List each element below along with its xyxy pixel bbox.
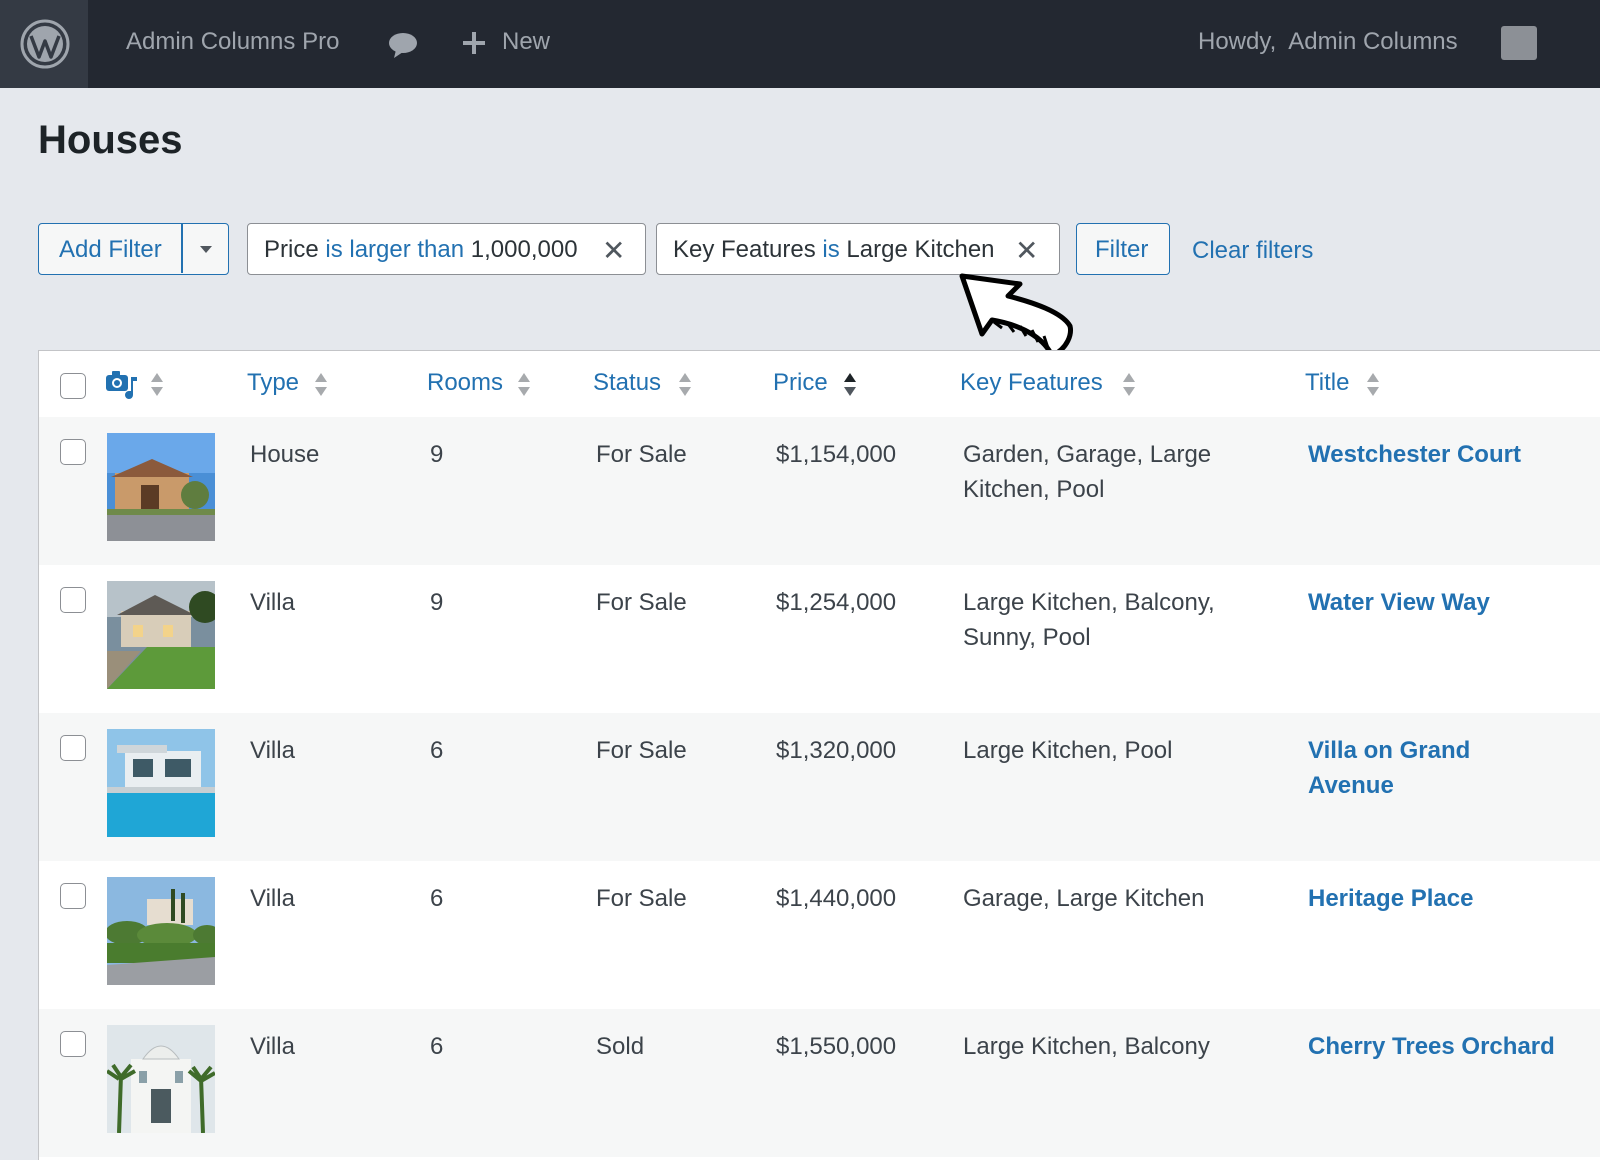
site-name-link[interactable]: Admin Columns Pro bbox=[126, 28, 339, 56]
type-cell: Villa bbox=[250, 589, 295, 616]
add-filter-button[interactable]: Add Filter bbox=[38, 223, 229, 275]
filter-button-label: Filter bbox=[1095, 236, 1149, 263]
sort-icon[interactable] bbox=[679, 373, 691, 399]
sort-icon[interactable] bbox=[151, 373, 163, 399]
status-cell: Sold bbox=[596, 1033, 645, 1060]
row-checkbox[interactable] bbox=[60, 1031, 86, 1057]
sort-icon[interactable] bbox=[1123, 373, 1135, 399]
type-cell: Villa bbox=[250, 1033, 295, 1060]
rooms-cell: 6 bbox=[430, 737, 444, 764]
comment-icon[interactable] bbox=[388, 32, 418, 58]
table-row: Villa 6 For Sale $1,440,000 Garage, Larg… bbox=[39, 861, 1600, 1009]
price-cell: $1,440,000 bbox=[776, 885, 897, 912]
price-cell: $1,320,000 bbox=[776, 737, 897, 764]
title-link[interactable]: Heritage Place bbox=[1308, 881, 1558, 916]
key-features-cell: Garage, Large Kitchen bbox=[963, 885, 1205, 912]
table-row: Villa 9 For Sale $1,254,000 Large Kitche… bbox=[39, 565, 1600, 713]
title-link[interactable]: Cherry Trees Orchard bbox=[1308, 1029, 1558, 1064]
wordpress-logo-button[interactable] bbox=[0, 0, 88, 88]
howdy-user-link[interactable]: Howdy, Admin Columns bbox=[1198, 28, 1458, 56]
rooms-cell: 9 bbox=[430, 441, 444, 468]
table-row: Villa 6 For Sale $1,320,000 Large Kitche… bbox=[39, 713, 1600, 861]
key-features-cell: Large Kitchen, Pool bbox=[963, 737, 1173, 764]
column-header-type[interactable]: Type bbox=[247, 369, 299, 397]
rooms-cell: 9 bbox=[430, 589, 444, 616]
rooms-cell: 6 bbox=[430, 885, 444, 912]
row-checkbox[interactable] bbox=[60, 883, 86, 909]
new-content-link[interactable]: New bbox=[502, 28, 550, 56]
house-thumbnail[interactable] bbox=[107, 433, 215, 541]
price-cell: $1,254,000 bbox=[776, 589, 897, 616]
type-cell: Villa bbox=[250, 885, 295, 912]
table-row: House 9 For Sale $1,154,000 Garden, Gara… bbox=[39, 417, 1600, 565]
key-features-cell: Garden, Garage, Large Kitchen, Pool bbox=[963, 441, 1212, 503]
houses-table: Type Rooms Status Price Key Features Tit… bbox=[38, 350, 1600, 1160]
column-header-price[interactable]: Price bbox=[773, 369, 828, 397]
status-cell: For Sale bbox=[596, 589, 687, 616]
column-header-key-features[interactable]: Key Features bbox=[960, 369, 1103, 397]
row-checkbox[interactable] bbox=[60, 439, 86, 465]
filter-chip-text: Price is larger than 1,000,000 bbox=[264, 236, 578, 263]
media-icon[interactable] bbox=[105, 369, 139, 401]
title-link[interactable]: Water View Way bbox=[1308, 585, 1558, 620]
title-link[interactable]: Westchester Court bbox=[1308, 437, 1558, 472]
admin-bar: Admin Columns Pro New Howdy, Admin Colum… bbox=[0, 0, 1600, 88]
select-all-checkbox[interactable] bbox=[60, 373, 86, 399]
sort-icon[interactable] bbox=[1367, 373, 1379, 399]
sort-ascending-icon[interactable] bbox=[844, 373, 856, 399]
type-cell: House bbox=[250, 441, 320, 468]
row-checkbox[interactable] bbox=[60, 587, 86, 613]
key-features-cell: Large Kitchen, Balcony, Sunny, Pool bbox=[963, 589, 1215, 651]
add-filter-label: Add Filter bbox=[59, 236, 162, 263]
price-cell: $1,550,000 bbox=[776, 1033, 897, 1060]
table-row: Villa 6 Sold $1,550,000 Large Kitchen, B… bbox=[39, 1009, 1600, 1157]
chevron-down-icon[interactable] bbox=[200, 246, 212, 253]
page-title: Houses bbox=[38, 118, 183, 162]
column-header-title[interactable]: Title bbox=[1305, 369, 1349, 397]
table-header: Type Rooms Status Price Key Features Tit… bbox=[39, 351, 1600, 418]
wordpress-logo-icon bbox=[20, 19, 70, 69]
status-cell: For Sale bbox=[596, 441, 687, 468]
avatar[interactable] bbox=[1501, 26, 1537, 60]
column-header-rooms[interactable]: Rooms bbox=[427, 369, 503, 397]
house-thumbnail[interactable] bbox=[107, 877, 215, 985]
divider bbox=[181, 224, 183, 273]
close-icon[interactable]: ✕ bbox=[602, 234, 625, 267]
filter-chip-text: Key Features is Large Kitchen bbox=[673, 236, 995, 263]
rooms-cell: 6 bbox=[430, 1033, 444, 1060]
price-cell: $1,154,000 bbox=[776, 441, 897, 468]
sort-icon[interactable] bbox=[518, 373, 530, 399]
clear-filters-link[interactable]: Clear filters bbox=[1192, 237, 1313, 265]
key-features-cell: Large Kitchen, Balcony bbox=[963, 1033, 1210, 1060]
filter-button[interactable]: Filter bbox=[1076, 223, 1170, 275]
row-checkbox[interactable] bbox=[60, 735, 86, 761]
sort-icon[interactable] bbox=[315, 373, 327, 399]
house-thumbnail[interactable] bbox=[107, 1025, 215, 1133]
house-thumbnail[interactable] bbox=[107, 729, 215, 837]
type-cell: Villa bbox=[250, 737, 295, 764]
plus-icon bbox=[463, 32, 485, 54]
title-link[interactable]: Villa on Grand Avenue bbox=[1308, 733, 1558, 803]
house-thumbnail[interactable] bbox=[107, 581, 215, 689]
status-cell: For Sale bbox=[596, 737, 687, 764]
filter-chip-price[interactable]: Price is larger than 1,000,000 ✕ bbox=[247, 223, 646, 275]
status-cell: For Sale bbox=[596, 885, 687, 912]
column-header-status[interactable]: Status bbox=[593, 369, 661, 397]
